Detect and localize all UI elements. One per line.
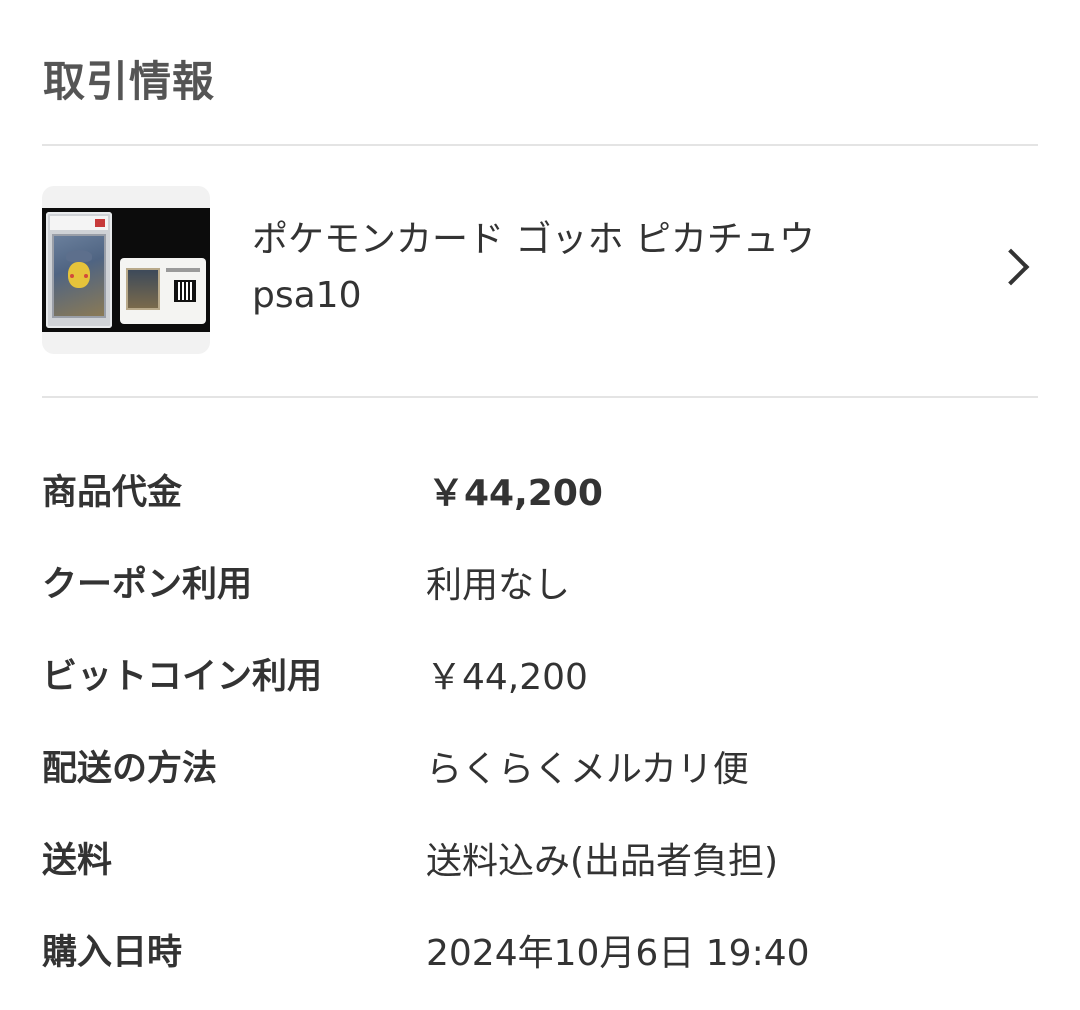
transaction-details: 商品代金 ￥44,200 クーポン利用 利用なし ビットコイン利用 ￥44,20… [42,442,1038,994]
divider [42,396,1038,398]
item-link[interactable]: ポケモンカード ゴッホ ピカチュウ psa10 [42,186,1038,356]
detail-row-coupon: クーポン利用 利用なし [42,534,1038,626]
item-name[interactable]: ポケモンカード ゴッホ ピカチュウ psa10 [252,212,952,324]
item-thumbnail[interactable] [42,186,210,354]
divider [42,144,1038,146]
pikachu-card [52,234,106,318]
portrait-image [126,268,160,310]
detail-row-price: 商品代金 ￥44,200 [42,442,1038,534]
detail-value-bitcoin: ￥44,200 [426,657,588,698]
item-name-line2: psa10 [252,275,362,316]
section-title: 取引情報 [43,57,216,106]
detail-label: 商品代金 [42,473,183,513]
detail-row-shipping-fee: 送料 送料込み(出品者負担) [42,810,1038,902]
detail-row-bitcoin: ビットコイン利用 ￥44,200 [42,626,1038,718]
detail-value-shipping-fee: 送料込み(出品者負担) [426,841,779,882]
slab-label [50,216,108,230]
portrait-card [120,258,206,324]
detail-row-shipping-method: 配送の方法 らくらくメルカリ便 [42,718,1038,810]
detail-value-coupon: 利用なし [426,565,571,606]
detail-value-shipping-method: らくらくメルカリ便 [426,749,749,790]
graded-card-slab [46,212,112,328]
item-name-line1: ポケモンカード ゴッホ ピカチュウ [252,219,815,260]
qr-code-icon [174,280,196,302]
detail-value-purchase-date: 2024年10月6日 19:40 [426,933,810,974]
detail-label: 送料 [42,841,113,881]
detail-label: クーポン利用 [42,565,253,605]
chevron-right-icon[interactable] [992,248,1030,286]
product-photo [42,208,210,332]
detail-label: 配送の方法 [42,749,218,789]
detail-row-purchase-date: 購入日時 2024年10月6日 19:40 [42,902,1038,994]
detail-label: ビットコイン利用 [42,657,323,697]
detail-label: 購入日時 [42,933,183,973]
detail-value-price: ￥44,200 [428,473,603,514]
